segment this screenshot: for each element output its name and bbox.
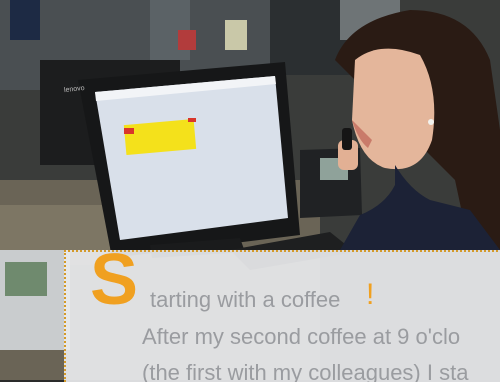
drop-cap-letter: S: [90, 250, 139, 320]
caption-line-1: After my second coffee at 9 o'clo: [142, 324, 461, 349]
caption-title: tarting with a coffee: [150, 287, 341, 312]
caption-box: S tarting with a coffee ! After my secon…: [64, 250, 500, 382]
computer-monitor: [78, 62, 300, 258]
caption-line-2: (the first with my colleagues) I sta: [142, 360, 469, 382]
exclamation-mark: !: [366, 278, 375, 311]
